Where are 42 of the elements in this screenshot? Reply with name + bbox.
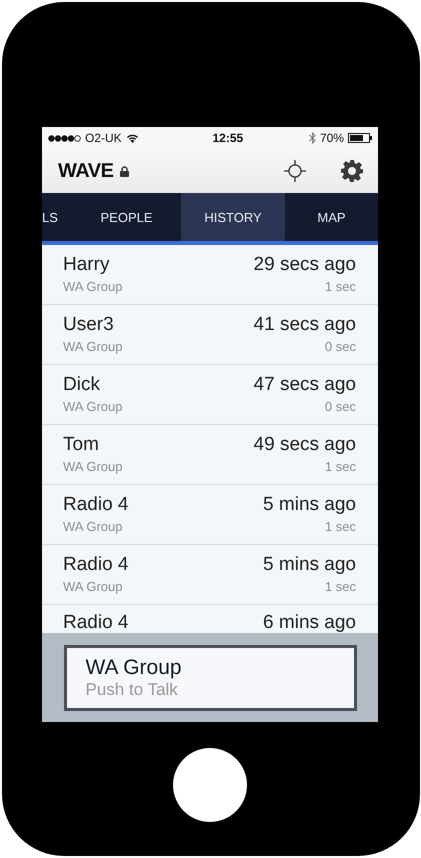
call-duration: 1 sec xyxy=(324,519,356,534)
group-name: WA Group xyxy=(63,399,122,414)
push-to-talk-button[interactable]: WA Group Push to Talk xyxy=(64,644,356,710)
caller-name: Harry xyxy=(63,255,110,275)
group-name: WA Group xyxy=(63,579,122,594)
bluetooth-icon xyxy=(308,132,316,144)
call-duration: 1 sec xyxy=(324,459,356,474)
caller-name: Radio 4 xyxy=(63,555,128,575)
battery-icon xyxy=(348,133,372,143)
group-name: WA Group xyxy=(63,339,122,354)
time-ago: 5 mins ago xyxy=(263,555,356,575)
signal-icon xyxy=(48,134,81,142)
settings-icon[interactable] xyxy=(340,159,364,183)
tab[interactable]: LS xyxy=(42,193,72,241)
call-duration: 1 sec xyxy=(324,279,356,294)
caller-name: Tom xyxy=(63,435,99,455)
call-duration: 0 sec xyxy=(324,399,356,414)
time-ago: 49 secs ago xyxy=(254,435,356,455)
crosshair-icon[interactable] xyxy=(284,160,306,182)
app-title: WAVE xyxy=(58,160,114,182)
group-name: WA Group xyxy=(63,519,122,534)
tab[interactable]: HISTORY xyxy=(181,193,285,241)
time-ago: 41 secs ago xyxy=(254,315,356,335)
call-duration: 1 sec xyxy=(324,579,356,594)
time-ago: 29 secs ago xyxy=(254,255,356,275)
group-name: WA Group xyxy=(63,459,122,474)
tab[interactable]: PEOPLE xyxy=(72,193,181,241)
wifi-icon xyxy=(126,133,139,143)
carrier-label: O2-UK xyxy=(85,131,122,145)
caller-name: User3 xyxy=(63,315,114,335)
caller-name: Dick xyxy=(63,375,100,395)
caller-name: Radio 4 xyxy=(63,495,128,515)
time-ago: 6 mins ago xyxy=(263,613,356,633)
lock-icon xyxy=(120,166,130,176)
group-name: WA Group xyxy=(63,279,122,294)
tab[interactable]: MAP xyxy=(285,193,378,241)
caller-name: Radio 4 xyxy=(63,613,128,633)
battery-percent: 70% xyxy=(320,131,344,145)
clock-time: 12:55 xyxy=(212,131,244,145)
call-duration: 0 sec xyxy=(324,339,356,354)
time-ago: 47 secs ago xyxy=(254,375,356,395)
time-ago: 5 mins ago xyxy=(263,495,356,515)
